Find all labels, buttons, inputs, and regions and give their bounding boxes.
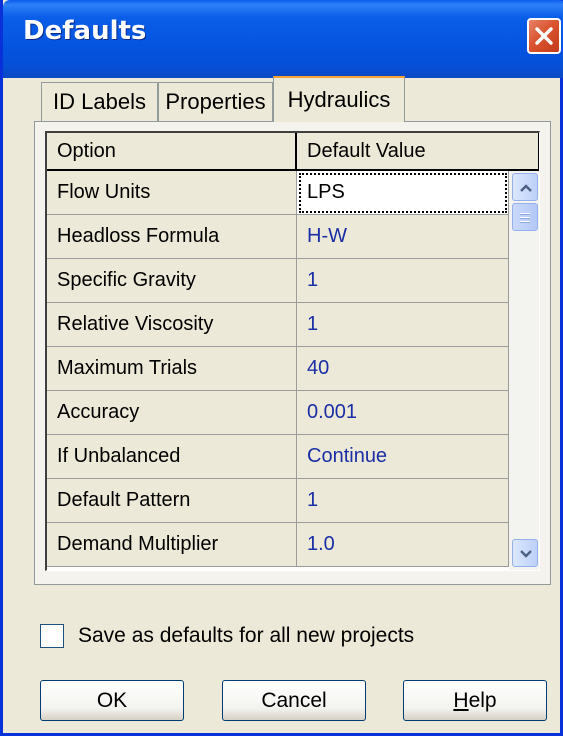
tab-label: Properties <box>165 89 266 114</box>
table-row: Default Pattern 1 <box>47 479 539 523</box>
column-header-option[interactable]: Option <box>47 133 297 171</box>
ok-label: OK <box>96 689 128 712</box>
option-cell[interactable]: Flow Units <box>47 171 297 215</box>
close-icon <box>535 27 553 45</box>
scroll-thumb[interactable] <box>512 203 538 231</box>
title-bar[interactable]: Defaults <box>3 0 563 78</box>
option-cell[interactable]: Accuracy <box>47 391 297 435</box>
option-cell[interactable]: If Unbalanced <box>47 435 297 479</box>
tab-id-labels[interactable]: ID Labels <box>41 82 158 121</box>
save-defaults-label: Save as defaults for all new projects <box>78 624 415 647</box>
help-label: elp <box>468 689 497 712</box>
tab-label: Hydraulics <box>287 87 391 112</box>
table-row: Maximum Trials 40 <box>47 347 539 391</box>
value-cell[interactable]: H-W <box>297 215 509 259</box>
value-cell[interactable]: 1 <box>297 479 509 523</box>
value-edit-cell[interactable]: LPS <box>297 171 509 215</box>
value-cell[interactable]: 1.0 <box>297 523 509 567</box>
close-button[interactable] <box>527 18 561 54</box>
column-header-default-value[interactable]: Default Value <box>297 133 539 171</box>
value-cell[interactable]: Continue <box>297 435 509 479</box>
value-cell[interactable]: 1 <box>297 259 509 303</box>
table-row: Accuracy 0.001 <box>47 391 539 435</box>
option-cell[interactable]: Headloss Formula <box>47 215 297 259</box>
option-cell[interactable]: Maximum Trials <box>47 347 297 391</box>
table-row: If Unbalanced Continue <box>47 435 539 479</box>
value-cell[interactable]: 40 <box>297 347 509 391</box>
ok-button[interactable]: OK <box>40 680 184 721</box>
table-row: Relative Viscosity 1 <box>47 303 539 347</box>
tab-properties[interactable]: Properties <box>158 82 273 121</box>
table-row: Demand Multiplier 1.0 <box>47 523 539 567</box>
scroll-up-button[interactable] <box>512 173 538 201</box>
option-cell[interactable]: Relative Viscosity <box>47 303 297 347</box>
tab-label: ID Labels <box>53 89 146 114</box>
cancel-label: Cancel <box>261 689 327 712</box>
defaults-dialog: Defaults ID Labels Properties Hydraulics… <box>0 0 563 736</box>
window-title: Defaults <box>23 16 147 46</box>
scroll-up-arrow-icon <box>520 184 532 192</box>
tab-hydraulics[interactable]: Hydraulics <box>273 76 405 122</box>
help-mnemonic: H <box>453 689 469 712</box>
cancel-button[interactable]: Cancel <box>222 680 366 721</box>
option-cell[interactable]: Default Pattern <box>47 479 297 523</box>
table-row: Headloss Formula H-W <box>47 215 539 259</box>
scroll-down-arrow-icon <box>520 550 532 558</box>
table-row: Flow Units LPS <box>47 171 539 215</box>
table-row: Specific Gravity 1 <box>47 259 539 303</box>
vertical-scrollbar[interactable] <box>509 171 539 570</box>
value-cell[interactable]: 0.001 <box>297 391 509 435</box>
option-cell[interactable]: Specific Gravity <box>47 259 297 303</box>
help-button[interactable]: Help <box>403 680 547 721</box>
scroll-down-button[interactable] <box>512 539 538 567</box>
save-defaults-checkbox[interactable] <box>40 624 64 648</box>
value-cell[interactable]: 1 <box>297 303 509 347</box>
option-cell[interactable]: Demand Multiplier <box>47 523 297 567</box>
property-grid: Option Default Value Flow Units LPS Head… <box>45 131 540 571</box>
